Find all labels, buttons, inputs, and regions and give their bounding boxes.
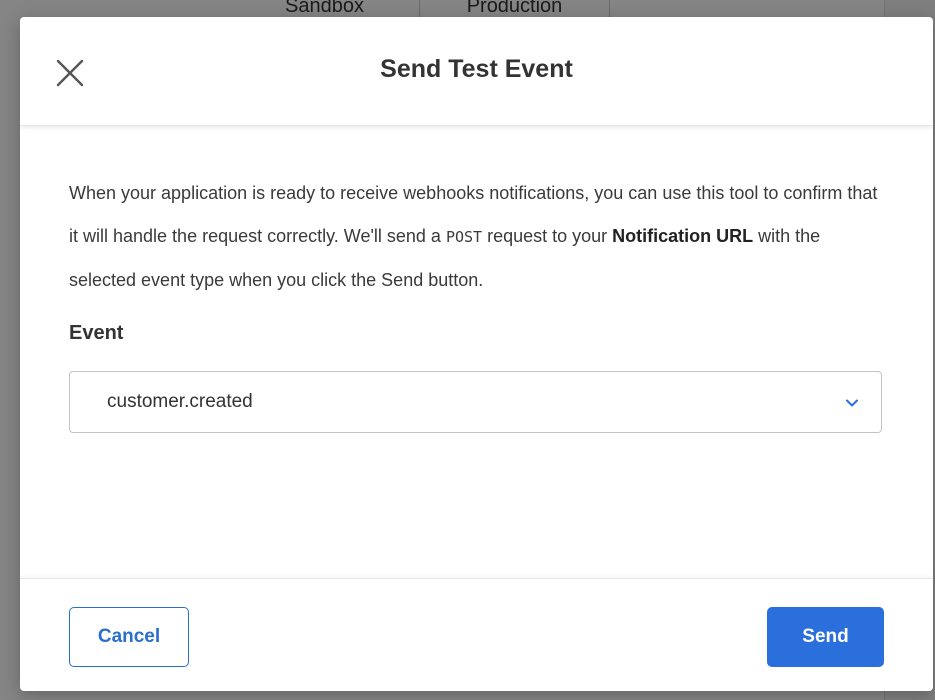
event-label: Event xyxy=(69,322,124,344)
send-test-event-modal: Send Test Event When your application is… xyxy=(20,17,933,691)
event-select-value: customer.created xyxy=(107,391,253,412)
send-button[interactable]: Send xyxy=(767,607,884,667)
description-text: When your application is ready to receiv… xyxy=(69,183,878,290)
chevron-down-icon xyxy=(845,396,859,410)
modal-body: When your application is ready to receiv… xyxy=(69,172,889,433)
modal-footer: Cancel Send xyxy=(20,578,933,691)
cancel-button[interactable]: Cancel xyxy=(69,607,189,667)
notification-url-label: Notification URL xyxy=(612,226,754,246)
modal-header: Send Test Event xyxy=(20,17,933,126)
modal-title: Send Test Event xyxy=(380,55,573,83)
event-select[interactable]: customer.created xyxy=(69,371,882,433)
http-method: POST xyxy=(445,228,483,246)
